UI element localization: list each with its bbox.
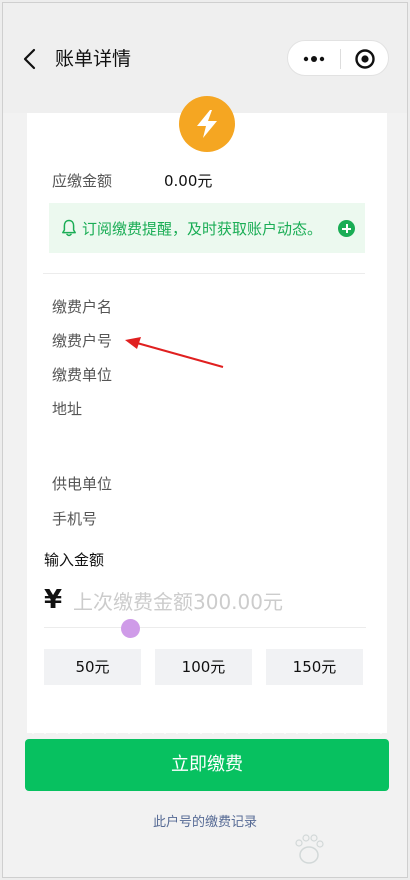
bell-icon: [62, 219, 76, 237]
more-dots-icon: [303, 56, 325, 62]
input-amount-title: 输入金额: [44, 551, 105, 569]
phone-label: 手机号: [52, 510, 98, 528]
plus-circle-icon[interactable]: [338, 220, 355, 237]
annotation-arrow: [125, 337, 224, 368]
paw-watermark: [295, 834, 324, 864]
divider: [43, 273, 365, 274]
supply-unit-label: 供电单位: [52, 475, 113, 493]
amount-due-value: 0.00元: [164, 172, 213, 190]
quick-amount-100[interactable]: 100元: [155, 649, 252, 685]
mini-program-capsule: [287, 40, 389, 76]
payer-name-label: 缴费户名: [52, 298, 113, 316]
amount-input[interactable]: [73, 587, 363, 617]
payer-number-label: 缴费户号: [52, 332, 113, 350]
quick-amount-50[interactable]: 50元: [44, 649, 141, 685]
capsule-divider: [340, 49, 341, 69]
pay-unit-label: 缴费单位: [52, 366, 113, 384]
close-button[interactable]: [354, 48, 376, 70]
lightning-bolt-icon: [197, 110, 217, 138]
page-title: 账单详情: [55, 48, 132, 70]
chevron-left-icon: [23, 48, 36, 70]
receipt-zigzag-edge: [27, 725, 387, 734]
subscribe-reminder-banner[interactable]: 订阅缴费提醒，及时获取账户动态。: [49, 203, 365, 253]
more-button[interactable]: [301, 50, 327, 68]
quick-amount-150[interactable]: 150元: [266, 649, 363, 685]
back-button[interactable]: [19, 45, 43, 73]
currency-symbol: ¥: [44, 585, 63, 615]
reminder-text: 订阅缴费提醒，及时获取账户动态。: [82, 220, 323, 238]
electricity-badge: [179, 96, 235, 152]
address-label: 地址: [52, 400, 83, 418]
input-underline: [44, 627, 366, 628]
pay-now-button[interactable]: 立即缴费: [25, 739, 389, 791]
touch-indicator: [121, 619, 140, 638]
target-close-icon: [355, 49, 375, 69]
phone-frame: 账单详情 应缴金额 0.00元 订阅缴费提醒，及时获取账户动态。 缴费户名 缴费…: [2, 2, 408, 878]
bill-card: 应缴金额 0.00元 订阅缴费提醒，及时获取账户动态。 缴费户名 缴费户号 缴费…: [27, 96, 387, 734]
amount-due-label: 应缴金额: [52, 172, 113, 190]
